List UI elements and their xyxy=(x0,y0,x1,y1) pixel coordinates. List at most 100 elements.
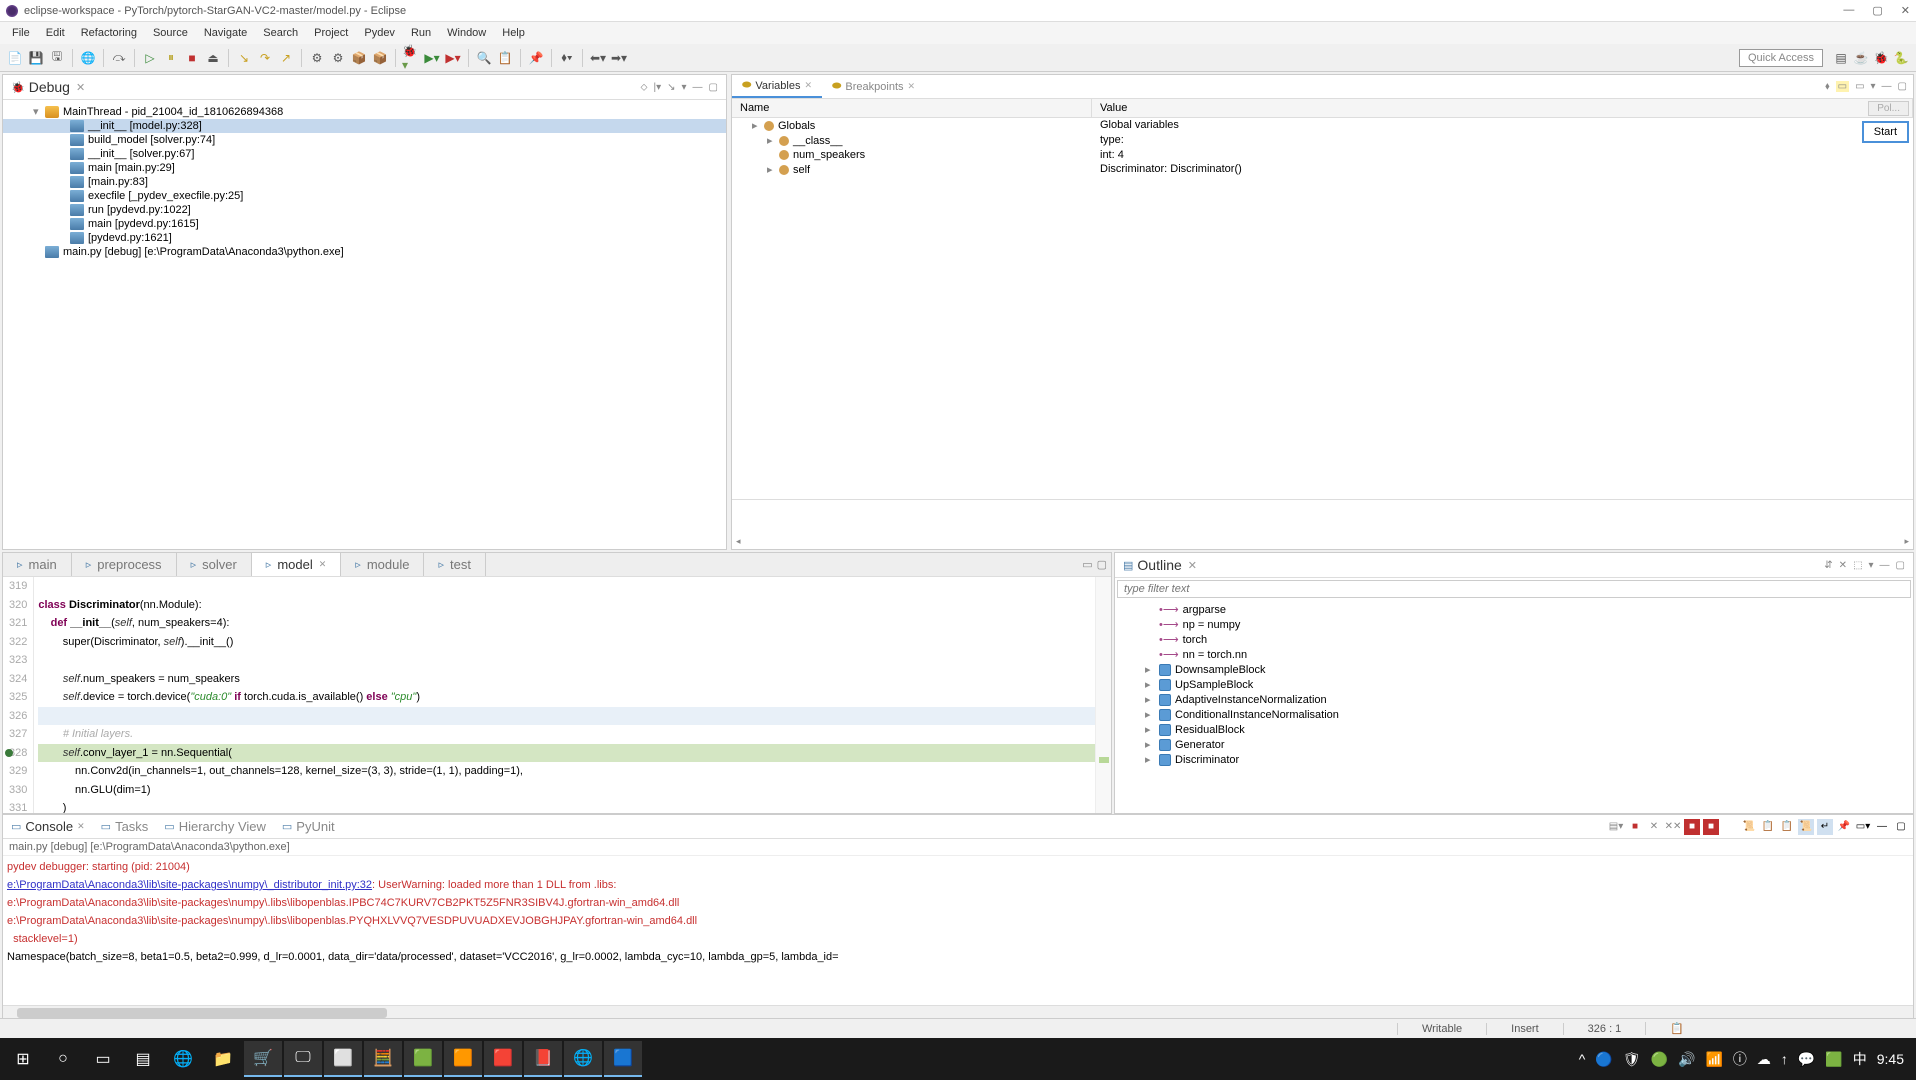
menu-help[interactable]: Help xyxy=(494,25,533,41)
skip-icon[interactable]: ⤼ xyxy=(110,49,128,67)
status-icon[interactable]: 📋 xyxy=(1645,1022,1708,1035)
tray-icon[interactable]: 🔵 xyxy=(1595,1051,1612,1068)
terminate-all-icon[interactable]: ■ xyxy=(1684,819,1700,835)
close-icon[interactable]: ✕ xyxy=(1188,559,1197,572)
tray-icon[interactable]: 🟢 xyxy=(1651,1051,1668,1068)
menu-search[interactable]: Search xyxy=(255,25,306,41)
taskbar-item[interactable]: 🛒 xyxy=(244,1041,282,1077)
tray-icon[interactable]: ⓘ xyxy=(1733,1049,1747,1069)
editor-tab-main[interactable]: ▹main xyxy=(3,553,72,576)
word-wrap-icon[interactable]: ↵ xyxy=(1817,819,1833,835)
taskbar-item[interactable]: 🟩 xyxy=(404,1041,442,1077)
taskbar-item[interactable]: 📕 xyxy=(524,1041,562,1077)
back-icon[interactable]: ⬅▾ xyxy=(589,49,607,67)
maximize-button[interactable]: ▢ xyxy=(1872,4,1882,17)
step-return-icon[interactable]: ↗ xyxy=(277,49,295,67)
new-icon[interactable]: 📄 xyxy=(6,49,24,67)
variable-row[interactable]: num_speakersint: 4 xyxy=(732,148,1913,162)
editor-tab-test[interactable]: ▹test xyxy=(424,553,486,576)
terminate-icon[interactable]: ■ xyxy=(1627,819,1643,835)
debug-tree-item[interactable]: run [pydevd.py:1022] xyxy=(3,203,726,217)
suspend-icon[interactable]: ⏸ xyxy=(162,49,180,67)
outline-item[interactable]: ▸Discriminator xyxy=(1115,752,1913,767)
tab-variables[interactable]: ⬬Variables✕ xyxy=(732,75,822,98)
tray-icon[interactable]: 中 xyxy=(1853,1049,1867,1069)
minimize-icon[interactable]: — xyxy=(693,82,703,93)
column-value[interactable]: Value xyxy=(1092,99,1913,117)
taskbar-item[interactable]: ○ xyxy=(44,1041,82,1077)
menu-pydev[interactable]: Pydev xyxy=(356,25,403,41)
column-name[interactable]: Name xyxy=(732,99,1092,117)
console-scrollbar[interactable] xyxy=(3,1005,1913,1019)
tool-icon[interactable]: ▭ xyxy=(1855,81,1864,92)
tool-icon[interactable]: ⬚ xyxy=(1853,560,1862,571)
run-icon[interactable]: ▶▾ xyxy=(423,49,441,67)
save-icon[interactable]: 💾 xyxy=(27,49,45,67)
globe-icon[interactable]: 🌐 xyxy=(79,49,97,67)
scroll-lock-icon[interactable]: 📜 xyxy=(1798,819,1814,835)
menu-window[interactable]: Window xyxy=(439,25,494,41)
remove-icon[interactable]: ✕ xyxy=(1646,819,1662,835)
tool-icon[interactable]: ⬧▾ xyxy=(558,49,576,67)
disconnect-icon[interactable]: ⏏ xyxy=(204,49,222,67)
outline-item[interactable]: •⟶np = numpy xyxy=(1115,617,1913,632)
tool-icon[interactable]: ⬧ xyxy=(1825,81,1830,92)
editor-tab-module[interactable]: ▹module xyxy=(341,553,424,576)
code-line[interactable]: self.num_speakers = num_speakers xyxy=(38,670,1095,689)
taskbar-item[interactable]: ⬜ xyxy=(324,1041,362,1077)
console-tab-hierarchy-view[interactable]: ▭Hierarchy View xyxy=(156,815,274,838)
tool-icon[interactable]: ↘ xyxy=(667,82,675,93)
code-line[interactable]: class Discriminator(nn.Module): xyxy=(38,596,1095,615)
console-tab-pyunit[interactable]: ▭PyUnit xyxy=(274,815,343,838)
editor-tab-preprocess[interactable]: ▹preprocess xyxy=(72,553,177,576)
terminate-rel-icon[interactable]: ■ xyxy=(1703,819,1719,835)
tool-icon[interactable]: 📦 xyxy=(371,49,389,67)
display-icon[interactable]: ▭▾ xyxy=(1855,819,1871,835)
taskbar-item[interactable]: ▤ xyxy=(124,1041,162,1077)
minimize-icon[interactable]: — xyxy=(1880,560,1890,571)
tool-icon[interactable]: 📋 xyxy=(1779,819,1795,835)
tool-icon[interactable]: 📋 xyxy=(1760,819,1776,835)
menu-icon[interactable]: ▾ xyxy=(682,82,687,93)
menu-run[interactable]: Run xyxy=(403,25,439,41)
terminate-icon[interactable]: ■ xyxy=(183,49,201,67)
search-icon[interactable]: 🔍 xyxy=(475,49,493,67)
variable-row[interactable]: ▸__class__type: xyxy=(732,133,1913,148)
debug-tree-item[interactable]: __init__ [model.py:328] xyxy=(3,119,726,133)
code-line[interactable]: ) xyxy=(38,799,1095,813)
debug-tree-item[interactable]: [main.py:83] xyxy=(3,175,726,189)
console-tab-tasks[interactable]: ▭Tasks xyxy=(93,815,157,838)
variable-row[interactable]: ▸selfDiscriminator: Discriminator() xyxy=(732,162,1913,177)
tray-time[interactable]: 9:45 xyxy=(1877,1051,1904,1067)
tray-icon[interactable]: 💬 xyxy=(1798,1051,1815,1068)
code-line[interactable]: super(Discriminator, self).__init__() xyxy=(38,633,1095,652)
tool-icon[interactable]: 📦 xyxy=(350,49,368,67)
tool-icon[interactable]: ⚙ xyxy=(308,49,326,67)
debug-tree-item[interactable]: __init__ [solver.py:67] xyxy=(3,147,726,161)
maximize-icon[interactable]: ▢ xyxy=(1893,819,1909,835)
taskbar-item[interactable]: ▭ xyxy=(84,1041,122,1077)
taskbar-item[interactable]: 🧮 xyxy=(364,1041,402,1077)
maximize-icon[interactable]: ▢ xyxy=(1097,558,1107,571)
tool-icon[interactable]: |▾ xyxy=(654,82,662,93)
console-tab-console[interactable]: ▭Console ✕ xyxy=(3,815,93,838)
outline-item[interactable]: ▸ResidualBlock xyxy=(1115,722,1913,737)
editor-tab-model[interactable]: ▹model ✕ xyxy=(252,553,342,576)
outline-item[interactable]: ▸UpSampleBlock xyxy=(1115,677,1913,692)
debug-tree-item[interactable]: ▾MainThread - pid_21004_id_1810626894368 xyxy=(3,104,726,119)
taskbar-item[interactable]: 📁 xyxy=(204,1041,242,1077)
tool-icon[interactable]: ⬦ xyxy=(641,82,648,93)
code-line[interactable]: self.device = torch.device("cuda:0" if t… xyxy=(38,688,1095,707)
pin-icon[interactable]: 📌 xyxy=(527,49,545,67)
taskbar-item[interactable]: 🟧 xyxy=(444,1041,482,1077)
outline-item[interactable]: ▸Generator xyxy=(1115,737,1913,752)
clear-icon[interactable]: 📜 xyxy=(1741,819,1757,835)
save-all-icon[interactable]: 🖫 xyxy=(48,49,66,67)
tool-icon[interactable]: ▤▾ xyxy=(1608,819,1624,835)
tray-icon[interactable]: 🟩 xyxy=(1825,1051,1842,1068)
taskbar-item[interactable]: 🌐 xyxy=(564,1041,602,1077)
forward-icon[interactable]: ➡▾ xyxy=(610,49,628,67)
code-line[interactable]: nn.Conv2d(in_channels=1, out_channels=12… xyxy=(38,762,1095,781)
code-line[interactable]: self.conv_layer_1 = nn.Sequential( xyxy=(38,744,1095,763)
taskbar-item[interactable]: 🟥 xyxy=(484,1041,522,1077)
